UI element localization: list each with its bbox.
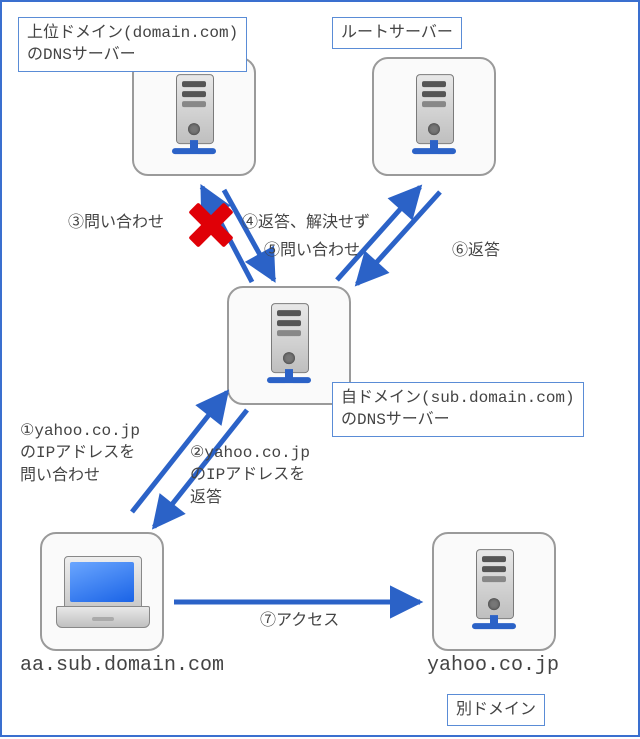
failure-x-icon: [186, 200, 236, 250]
step5-label: ⑤問い合わせ: [264, 240, 360, 262]
root-server-label: ルートサーバー: [332, 17, 462, 49]
target-hostname: yahoo.co.jp: [427, 654, 559, 677]
step7-label: ⑦アクセス: [260, 610, 339, 632]
step1-label: ①yahoo.co.jp のIPアドレスを 問い合わせ: [20, 420, 140, 487]
step4-label: ④返答、解決せず: [242, 212, 370, 234]
server-icon: [408, 74, 460, 152]
target-server-node: [432, 532, 556, 651]
server-icon: [468, 549, 520, 627]
step3-label: ③問い合わせ: [68, 212, 164, 234]
laptop-icon: [56, 556, 148, 628]
upper-dns-label: 上位ドメイン(domain.com) のDNSサーバー: [18, 17, 247, 72]
upper-dns-node: [132, 57, 256, 176]
arrow-step6: [357, 192, 440, 284]
local-dns-label: 自ドメイン(sub.domain.com) のDNSサーバー: [332, 382, 584, 437]
step2-label: ②yahoo.co.jp のIPアドレスを 返答: [190, 442, 310, 509]
root-server-node: [372, 57, 496, 176]
client-hostname: aa.sub.domain.com: [20, 654, 224, 677]
step6-label: ⑥返答: [452, 240, 500, 262]
target-note-label: 別ドメイン: [447, 694, 545, 726]
client-node: [40, 532, 164, 651]
server-icon: [263, 303, 315, 381]
server-icon: [168, 74, 220, 152]
